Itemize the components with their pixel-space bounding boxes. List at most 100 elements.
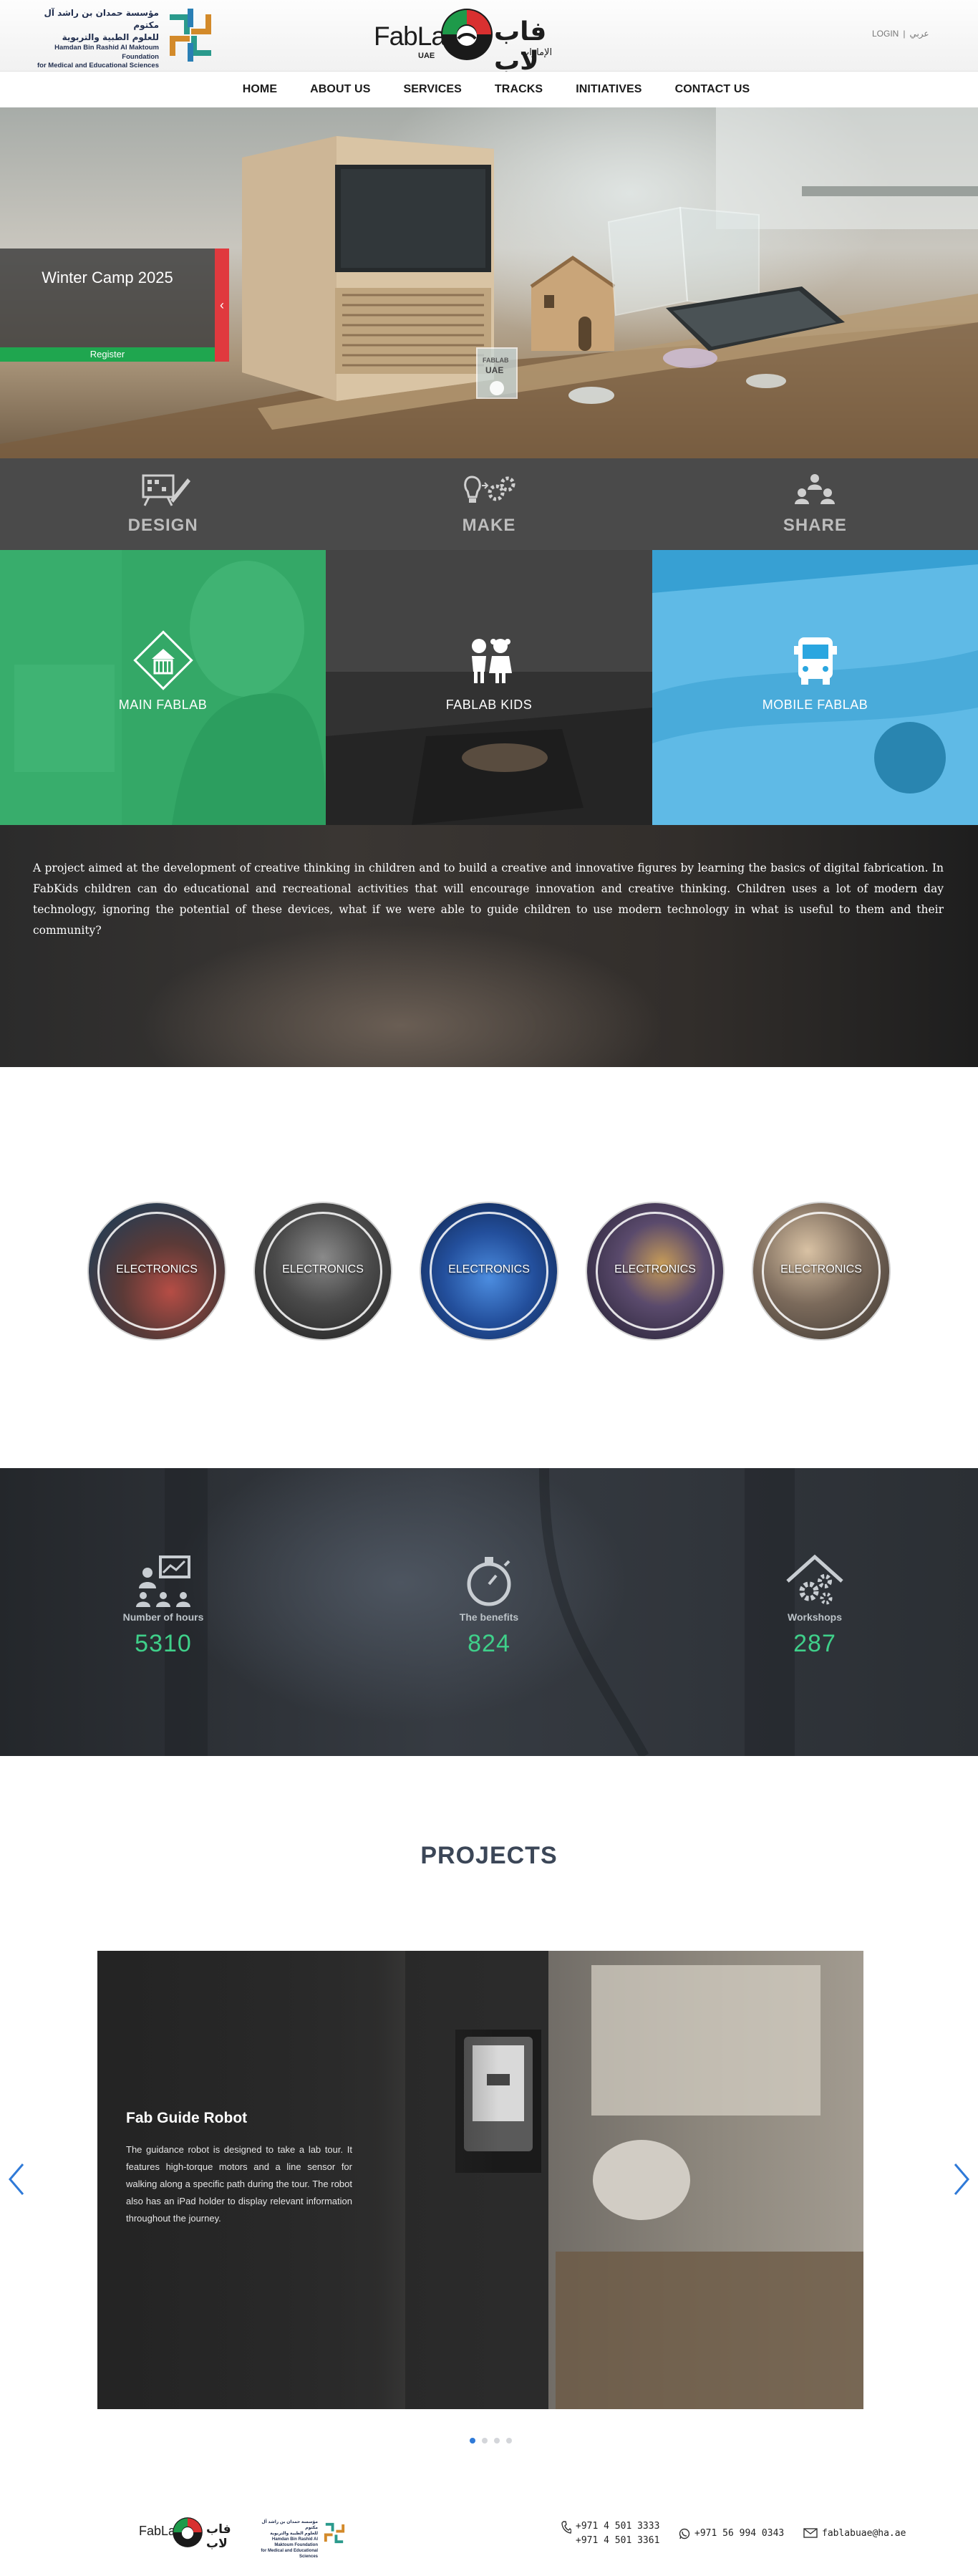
track-circle[interactable]: ELECTRONICS: [255, 1203, 391, 1339]
header-links: LOGIN | عربي: [872, 29, 929, 39]
tile-label: MAIN FABLAB: [118, 698, 208, 712]
nav-item-contact-us[interactable]: CONTACT US: [675, 83, 750, 96]
track-circle[interactable]: ELECTRONICS: [587, 1203, 723, 1339]
nav-item-tracks[interactable]: TRACKS: [495, 83, 543, 96]
hero-sign-text-2: UAE: [485, 365, 504, 375]
phone-icon: [561, 2521, 571, 2534]
bulb-gears-icon: [464, 476, 515, 503]
slider-dots: [470, 2438, 512, 2444]
phone-number-2[interactable]: +971 4 501 3361: [576, 2534, 659, 2548]
hero-caption-bg: [0, 249, 215, 347]
nav-item-home[interactable]: HOME: [243, 83, 277, 96]
separator: |: [903, 29, 906, 39]
presentation-icon: [136, 1555, 190, 1607]
footer-fablab-logo[interactable]: FabLab فاب لاب: [139, 2515, 239, 2552]
stat-value: 287: [793, 1630, 836, 1657]
footer-fablab-ar: فاب لاب: [206, 2522, 231, 2551]
footer-foundation-ar-2: للعلوم الطبية والتربوية: [270, 2532, 318, 2536]
phone-number-1[interactable]: +971 4 501 3333: [576, 2519, 659, 2534]
hero-caption-panel: Winter Camp 2025 Register ‹: [0, 249, 229, 362]
about-band: A project aimed at the development of cr…: [0, 825, 978, 1067]
step-label: MAKE: [462, 516, 516, 535]
tile-label: FABLAB KIDS: [445, 698, 533, 712]
fablab-logo-uae: UAE: [418, 52, 435, 60]
stat-hours: Number of hours 5310: [77, 1554, 249, 1658]
step-label: DESIGN: [127, 516, 198, 535]
foundation-emblem-icon: [170, 9, 211, 62]
stat-label: Workshops: [788, 1611, 842, 1623]
footer-whatsapp: +971 56 994 0343: [679, 2527, 784, 2541]
whatsapp-number[interactable]: +971 56 994 0343: [694, 2527, 784, 2541]
login-link[interactable]: LOGIN: [872, 29, 899, 39]
foundation-name-ar-1: مؤسسة حمدان بن راشد آل مكتوم: [44, 8, 159, 30]
gears-house-icon: [786, 1554, 843, 1605]
step-design: DESIGN: [0, 458, 326, 550]
projects-heading: PROJECTS: [420, 1842, 558, 1869]
nav-item-initiatives[interactable]: INITIATIVES: [576, 83, 641, 96]
tile-fablab-kids[interactable]: FABLAB KIDS: [326, 550, 652, 825]
footer-foundation-en-2: for Medical and Educational Sciences: [261, 2549, 318, 2559]
chevron-left-icon[interactable]: [6, 2161, 27, 2197]
footer-foundation-en: Hamdan Bin Rashid Al Maktoum Foundation: [271, 2537, 318, 2547]
step-share: SHARE: [652, 458, 978, 550]
footer-email: fablabuae@ha.ae: [803, 2527, 906, 2541]
project-description: The guidance robot is designed to take a…: [126, 2144, 352, 2224]
track-circle[interactable]: ELECTRONICS: [753, 1203, 889, 1339]
process-steps: DESIGN MAKE SHARE: [0, 458, 978, 550]
project-slide[interactable]: Fab Guide Robot The guidance robot is de…: [97, 1951, 863, 2409]
tile-mobile-fablab[interactable]: MOBILE FABLAB: [652, 550, 978, 825]
slider-dot[interactable]: [494, 2438, 500, 2444]
foundation-logo[interactable]: مؤسسة حمدان بن راشد آل مكتوم للعلوم الطب…: [16, 7, 223, 69]
stat-value: 824: [468, 1630, 510, 1657]
track-circle[interactable]: ELECTRONICS: [421, 1203, 557, 1339]
circle-label: ELECTRONICS: [614, 1263, 696, 1275]
foundation-name-en-1: Hamdan Bin Rashid Al Maktoum Foundation: [54, 44, 159, 61]
nav-item-services[interactable]: SERVICES: [403, 83, 461, 96]
stat-label: Number of hours: [122, 1611, 204, 1623]
step-label: SHARE: [783, 516, 847, 535]
kids-icon: [472, 639, 512, 683]
collapse-panel-button[interactable]: ‹: [215, 249, 229, 362]
circle-label: ELECTRONICS: [282, 1263, 364, 1275]
circle-label: ELECTRONICS: [116, 1263, 198, 1275]
chevron-right-icon[interactable]: [951, 2161, 972, 2197]
slider-dot[interactable]: [470, 2438, 475, 2444]
top-header: مؤسسة حمدان بن راشد آل مكتوم للعلوم الطب…: [0, 0, 978, 76]
stat-workshops: Workshops 287: [729, 1554, 901, 1658]
stopwatch-icon: [467, 1557, 511, 1606]
bus-icon: [793, 637, 837, 685]
hero-slide-title: Winter Camp 2025: [42, 269, 173, 286]
foundation-name-en-2: for Medical and Educational Sciences: [37, 62, 159, 69]
email-address[interactable]: fablabuae@ha.ae: [822, 2527, 906, 2541]
footer-foundation-logo[interactable]: مؤسسة حمدان بن راشد آل مكتوم للعلوم الطب…: [252, 2517, 348, 2559]
language-link[interactable]: عربي: [909, 29, 929, 39]
hero-slider: FABLAB UAE Winter Camp 2025 Register ‹: [0, 107, 978, 458]
nav-item-about-us[interactable]: ABOUT US: [310, 83, 370, 96]
foundation-emblem-icon: [324, 2522, 345, 2544]
tile-label: MOBILE FABLAB: [762, 698, 868, 712]
fablab-globe-icon: [441, 9, 493, 60]
stats-band: Number of hours 5310 The benefits 824 Wo…: [0, 1468, 978, 1756]
whatsapp-icon: [679, 2528, 690, 2539]
main-nav: HOME ABOUT US SERVICES TRACKS INITIATIVE…: [0, 72, 978, 107]
lab-building-icon: [132, 630, 193, 690]
slider-dot[interactable]: [506, 2438, 512, 2444]
slider-dot[interactable]: [482, 2438, 488, 2444]
register-button[interactable]: Register: [0, 347, 215, 362]
tile-main-fablab[interactable]: MAIN FABLAB: [0, 550, 326, 825]
footer: FabLab فاب لاب مؤسسة حمدان بن راشد آل مك…: [0, 2492, 978, 2576]
circle-label: ELECTRONICS: [780, 1263, 862, 1275]
people-share-icon: [795, 474, 836, 504]
foundation-name: مؤسسة حمدان بن راشد آل مكتوم للعلوم الطب…: [16, 7, 159, 71]
fablab-logo[interactable]: FabLab UAE فاب لاب الإمارات: [374, 4, 560, 76]
track-circle[interactable]: ELECTRONICS: [89, 1203, 225, 1339]
design-board-icon: [142, 474, 190, 506]
footer-phones: +971 4 501 3333 +971 4 501 3361: [561, 2519, 659, 2548]
fablab-logo-ar-sub: الإمارات: [521, 47, 553, 58]
stat-value: 5310: [135, 1630, 192, 1657]
tracks-circles: ELECTRONICS ELECTRONICS ELECTRONICS ELEC…: [0, 1067, 978, 1468]
fablab-globe-icon: [173, 2517, 203, 2547]
fablab-logo-ar: فاب لاب: [494, 17, 547, 76]
circle-label: ELECTRONICS: [448, 1263, 530, 1275]
footer-foundation-name: مؤسسة حمدان بن راشد آل مكتوم للعلوم الطب…: [252, 2519, 318, 2560]
